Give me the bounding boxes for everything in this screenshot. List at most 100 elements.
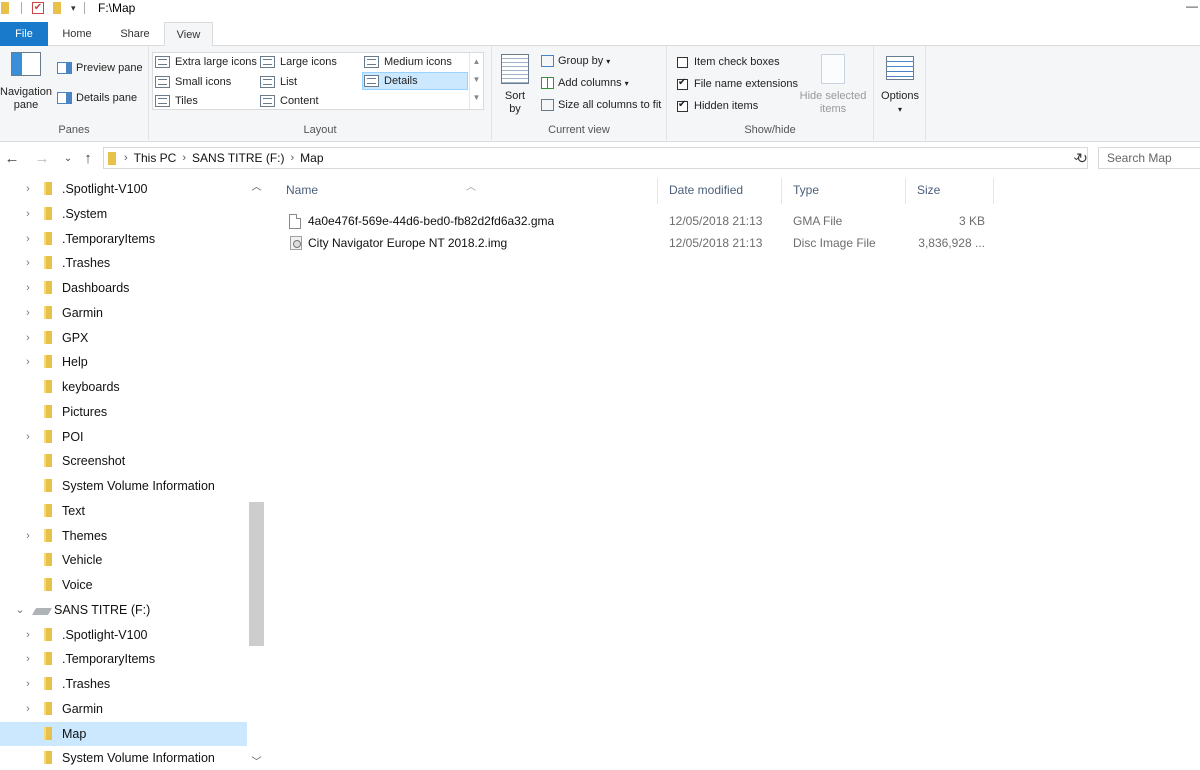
address-bar[interactable]: › This PC › SANS TITRE (F:) › Map ⌄: [103, 147, 1088, 169]
layout-gallery-scrollbar[interactable]: ▲ ▼ ▼: [469, 53, 483, 109]
file-name-extensions-checkbox[interactable]: File name extensions: [677, 77, 798, 90]
tab-file[interactable]: File: [0, 22, 48, 46]
tree-item[interactable]: › .Trashes: [0, 251, 247, 275]
tree-scrollbar[interactable]: ︿ ﹀: [248, 176, 265, 770]
tree-item[interactable]: › .TemporaryItems: [0, 647, 247, 671]
chevron-right-icon[interactable]: ›: [22, 530, 34, 542]
tree-item-label: System Volume Information: [62, 751, 215, 766]
tree-item[interactable]: › Garmin: [0, 697, 247, 721]
chevron-right-icon[interactable]: ›: [22, 307, 34, 319]
tree-item[interactable]: › Themes: [0, 524, 247, 548]
tree-item[interactable]: System Volume Information: [0, 474, 247, 498]
layout-tiles[interactable]: Tiles: [155, 92, 198, 110]
chevron-right-icon[interactable]: ›: [182, 152, 186, 164]
chevron-right-icon[interactable]: ›: [22, 183, 34, 195]
details-pane-label: Details pane: [76, 92, 138, 104]
tree-item[interactable]: Pictures: [0, 400, 247, 424]
chevron-right-icon[interactable]: ›: [22, 678, 34, 690]
file-row[interactable]: City Navigator Europe NT 2018.2.img 12/0…: [266, 232, 996, 254]
scroll-up-icon[interactable]: ︿: [248, 178, 265, 193]
layout-large-icons[interactable]: Large icons: [260, 53, 337, 71]
hidden-items-checkbox[interactable]: Hidden items: [677, 99, 758, 112]
chevron-right-icon[interactable]: ›: [22, 257, 34, 269]
tree-item[interactable]: Text: [0, 499, 247, 523]
scroll-up-icon[interactable]: ▲: [470, 53, 483, 71]
tree-item[interactable]: › Help: [0, 350, 247, 374]
layout-list[interactable]: List: [260, 73, 297, 91]
layout-small-icons[interactable]: Small icons: [155, 73, 231, 91]
new-folder-icon[interactable]: [53, 2, 61, 14]
breadcrumb-this-pc[interactable]: This PC: [134, 151, 177, 165]
group-by-button[interactable]: Group by ▾: [541, 55, 610, 67]
tree-item[interactable]: › GPX: [0, 326, 247, 350]
preview-pane-button[interactable]: Preview pane: [57, 62, 143, 74]
forward-arrow-icon[interactable]: →: [32, 149, 52, 169]
tree-item[interactable]: › POI: [0, 425, 247, 449]
column-header-name[interactable]: Name ︿: [266, 172, 657, 207]
layout-medium-icons[interactable]: Medium icons: [364, 53, 452, 71]
layout-details[interactable]: Details: [362, 72, 468, 90]
tree-item[interactable]: System Volume Information: [0, 746, 247, 770]
tree-item[interactable]: keyboards: [0, 375, 247, 399]
tree-item[interactable]: Vehicle: [0, 548, 247, 572]
chevron-right-icon[interactable]: ›: [22, 431, 34, 443]
size-all-columns-button[interactable]: Size all columns to fit: [541, 99, 661, 111]
chevron-right-icon[interactable]: ›: [22, 356, 34, 368]
tree-item[interactable]: Voice: [0, 573, 247, 597]
tree-item[interactable]: › .Trashes: [0, 672, 247, 696]
chevron-right-icon[interactable]: ›: [22, 629, 34, 641]
back-arrow-icon[interactable]: ←: [2, 149, 22, 169]
minimize-icon[interactable]: —: [1186, 0, 1200, 14]
breadcrumb-drive[interactable]: SANS TITRE (F:): [192, 151, 284, 165]
file-icon: [289, 214, 301, 229]
details-pane-button[interactable]: Details pane: [57, 92, 137, 104]
up-arrow-icon[interactable]: ↑: [78, 149, 98, 169]
tab-view[interactable]: View: [164, 22, 213, 47]
add-columns-button[interactable]: Add columns ▾: [541, 77, 629, 89]
item-check-boxes-checkbox[interactable]: Item check boxes: [677, 56, 780, 68]
tree-item[interactable]: ⌄ SANS TITRE (F:): [0, 598, 247, 622]
tree-item[interactable]: › .Spotlight-V100: [0, 177, 247, 201]
breadcrumb-map[interactable]: Map: [300, 151, 323, 165]
scroll-down-icon[interactable]: ﹀: [248, 753, 265, 768]
chevron-down-icon[interactable]: ⌄: [14, 603, 26, 616]
tree-item[interactable]: › Garmin: [0, 301, 247, 325]
tab-home[interactable]: Home: [53, 22, 101, 46]
chevron-right-icon[interactable]: ›: [124, 152, 128, 164]
chevron-right-icon[interactable]: ›: [22, 653, 34, 665]
tree-item[interactable]: › .System: [0, 202, 247, 226]
search-input[interactable]: Search Map: [1098, 147, 1200, 169]
tab-share[interactable]: Share: [110, 22, 160, 46]
tree-item[interactable]: › .TemporaryItems: [0, 227, 247, 251]
tree-item[interactable]: Map: [0, 721, 247, 746]
properties-checkmark-icon[interactable]: ✔: [32, 2, 44, 14]
column-header-type[interactable]: Type: [773, 172, 897, 207]
current-view-group: Sort by Group by ▾ Add columns ▾ Size al…: [492, 46, 667, 140]
tree-item[interactable]: Screenshot: [0, 449, 247, 473]
chevron-right-icon[interactable]: ›: [22, 208, 34, 220]
layout-extra-large-icons[interactable]: Extra large icons: [155, 53, 257, 71]
navigation-pane-button[interactable]: Navigation pane: [0, 52, 52, 112]
refresh-icon[interactable]: ↻: [1072, 149, 1092, 167]
tree-item[interactable]: › .Spotlight-V100: [0, 623, 247, 647]
sort-by-button[interactable]: Sort by: [500, 54, 530, 116]
file-row[interactable]: 4a0e476f-569e-44d6-bed0-fb82d2fd6a32.gma…: [266, 210, 996, 232]
column-header-date-modified[interactable]: Date modified: [649, 172, 773, 207]
customize-toolbar-icon[interactable]: ▾: [71, 3, 76, 14]
layout-content[interactable]: Content: [260, 92, 319, 110]
chevron-right-icon[interactable]: ›: [22, 233, 34, 245]
scroll-down-icon[interactable]: ▼: [470, 71, 483, 89]
tree-item[interactable]: › Dashboards: [0, 276, 247, 300]
chevron-right-icon[interactable]: ›: [22, 332, 34, 344]
scrollbar-thumb[interactable]: [249, 502, 264, 646]
hide-selected-items-button[interactable]: Hide selected items: [797, 54, 869, 116]
options-button[interactable]: Options ▾: [876, 56, 924, 116]
column-header-size[interactable]: Size: [897, 172, 993, 207]
recent-locations-icon[interactable]: ⌄: [58, 149, 78, 169]
chevron-right-icon[interactable]: ›: [22, 282, 34, 294]
chevron-right-icon[interactable]: ›: [22, 703, 34, 715]
chevron-right-icon[interactable]: ›: [290, 152, 294, 164]
more-layouts-icon[interactable]: ▼: [470, 89, 483, 107]
column-divider[interactable]: [993, 178, 994, 204]
quick-access-toolbar: ✔ ▾: [0, 1, 85, 15]
